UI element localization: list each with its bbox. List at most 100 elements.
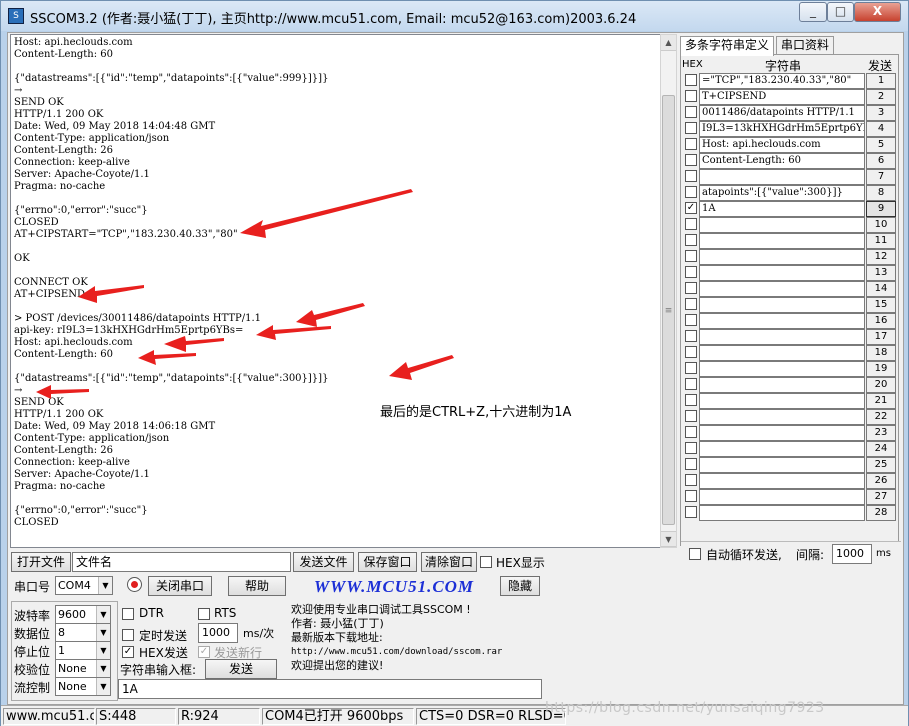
send-row-button[interactable]: 8 [866,185,896,201]
save-window-button[interactable]: 保存窗口 [358,552,417,572]
string-field[interactable]: 0011486/datapoints HTTP/1.1 [699,105,865,121]
auto-loop-checkbox[interactable] [689,548,701,560]
tab-multi-string[interactable]: 多条字符串定义 [680,36,774,56]
send-row-button[interactable]: 10 [866,217,896,233]
string-field[interactable] [699,457,865,473]
send-row-button[interactable]: 27 [866,489,896,505]
send-newline-checkbox[interactable]: ✓ [198,646,210,658]
hex-checkbox[interactable] [685,122,697,134]
hex-checkbox[interactable] [685,74,697,86]
string-field[interactable] [699,217,865,233]
hex-checkbox[interactable] [685,266,697,278]
help-button[interactable]: 帮助 [228,576,286,596]
string-field[interactable] [699,345,865,361]
send-row-button[interactable]: 7 [866,169,896,185]
string-field[interactable] [699,361,865,377]
send-row-button[interactable]: 21 [866,393,896,409]
string-field[interactable]: Content-Length: 60 [699,153,865,169]
send-row-button[interactable]: 18 [866,345,896,361]
string-field[interactable] [699,329,865,345]
title-bar[interactable]: S SSCOM3.2 (作者:聂小猛(丁丁), 主页http://www.mcu… [1,1,908,31]
hex-checkbox[interactable] [685,170,697,182]
send-row-button[interactable]: 12 [866,249,896,265]
string-field[interactable] [699,169,865,185]
string-field[interactable] [699,409,865,425]
send-row-button[interactable]: 19 [866,361,896,377]
hex-checkbox[interactable] [685,458,697,470]
string-field[interactable] [699,313,865,329]
send-row-button[interactable]: 24 [866,441,896,457]
port-select[interactable]: COM4 ▼ [55,576,113,595]
hex-checkbox[interactable] [685,314,697,326]
hex-checkbox[interactable] [685,234,697,246]
send-row-button[interactable]: 25 [866,457,896,473]
send-file-button[interactable]: 发送文件 [293,552,354,572]
send-button[interactable]: 发送 [205,659,277,679]
hex-display-checkbox[interactable] [480,556,492,568]
send-row-button[interactable]: 16 [866,313,896,329]
send-row-button[interactable]: 3 [866,105,896,121]
string-field[interactable]: T+CIPSEND [699,89,865,105]
send-row-button[interactable]: 22 [866,409,896,425]
rts-checkbox[interactable] [198,608,210,620]
site-logo[interactable]: WWW.MCU51.COM [314,577,474,597]
baud-select[interactable]: 9600 ▼ [55,605,111,624]
string-field[interactable]: Host: api.heclouds.com [699,137,865,153]
hex-checkbox[interactable] [685,490,697,502]
send-row-button[interactable]: 15 [866,297,896,313]
hex-checkbox[interactable]: ✓ [685,202,697,214]
hex-checkbox[interactable] [685,106,697,118]
hex-checkbox[interactable] [685,90,697,102]
send-row-button[interactable]: 13 [866,265,896,281]
close-port-button[interactable]: 关闭串口 [148,576,212,596]
databits-select[interactable]: 8 ▼ [55,623,111,642]
minimize-button[interactable]: _ [799,2,827,22]
hex-checkbox[interactable] [685,426,697,438]
parity-select[interactable]: None ▼ [55,659,111,678]
dtr-checkbox[interactable] [122,608,134,620]
send-row-button[interactable]: 17 [866,329,896,345]
send-row-button[interactable]: 11 [866,233,896,249]
hex-checkbox[interactable] [685,506,697,518]
string-field[interactable]: I9L3=13kHXHGdrHm5Eprtp6YBs= [699,121,865,137]
hex-checkbox[interactable] [685,138,697,150]
tab-port-info[interactable]: 串口资料 [776,36,834,55]
hex-checkbox[interactable] [685,378,697,390]
hex-checkbox[interactable] [685,298,697,310]
string-field[interactable] [699,249,865,265]
string-field[interactable]: atapoints":[{"value":300}]} [699,185,865,201]
send-row-button[interactable]: 2 [866,89,896,105]
timed-interval-input[interactable]: 1000 [198,623,238,643]
interval-input[interactable]: 1000 [832,544,872,564]
hex-checkbox[interactable] [685,218,697,230]
filename-input[interactable]: 文件名 [72,552,291,572]
send-row-button[interactable]: 26 [866,473,896,489]
stopbits-select[interactable]: 1 ▼ [55,641,111,660]
string-field[interactable] [699,441,865,457]
string-field[interactable] [699,505,865,521]
hex-checkbox[interactable] [685,394,697,406]
send-row-button[interactable]: 6 [866,153,896,169]
clear-window-button[interactable]: 清除窗口 [421,552,477,572]
string-field[interactable] [699,489,865,505]
hex-checkbox[interactable] [685,282,697,294]
hex-send-checkbox[interactable]: ✓ [122,646,134,658]
string-field[interactable] [699,281,865,297]
string-field[interactable]: ="TCP","183.230.40.33","80" [699,73,865,89]
string-field[interactable] [699,425,865,441]
string-field[interactable] [699,377,865,393]
hide-button[interactable]: 隐藏 [500,576,540,596]
hex-checkbox[interactable] [685,410,697,422]
scroll-up-icon[interactable]: ▲ [661,35,676,51]
hex-checkbox[interactable] [685,362,697,374]
string-field[interactable] [699,265,865,281]
scroll-thumb[interactable]: ≡ [662,95,675,525]
close-button[interactable]: X [854,2,901,22]
hex-checkbox[interactable] [685,330,697,342]
hex-checkbox[interactable] [685,442,697,454]
hex-checkbox[interactable] [685,186,697,198]
flow-select[interactable]: None ▼ [55,677,111,696]
hex-checkbox[interactable] [685,474,697,486]
string-field[interactable]: 1A [699,201,865,217]
send-row-button[interactable]: 4 [866,121,896,137]
